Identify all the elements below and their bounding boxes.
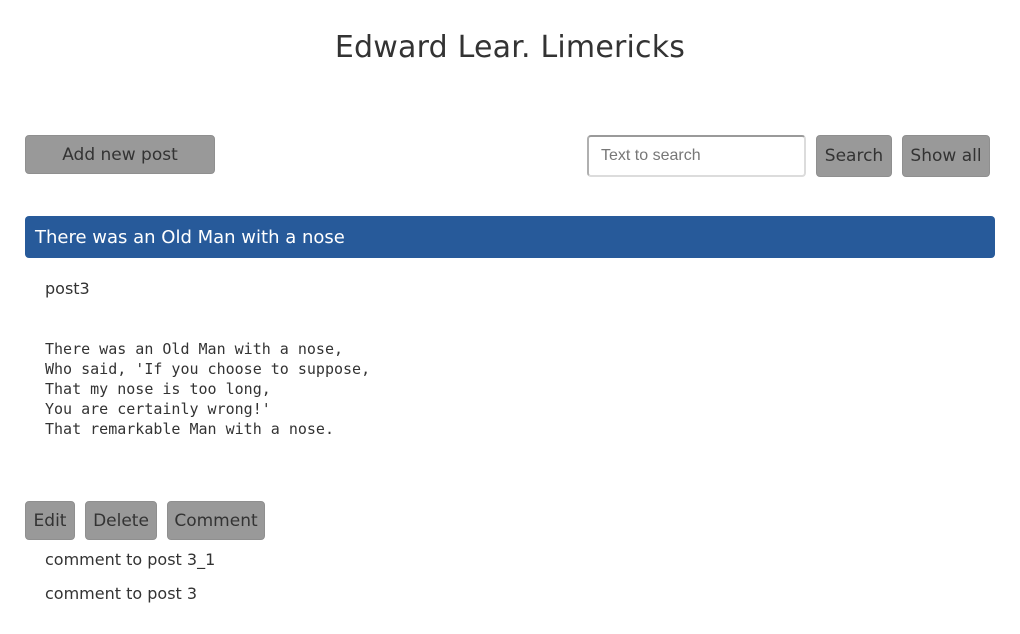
search-button[interactable]: Search (816, 135, 892, 177)
page: Edward Lear. Limericks Add new post Sear… (0, 0, 1020, 634)
post-body: There was an Old Man with a nose, Who sa… (45, 340, 371, 438)
delete-button[interactable]: Delete (85, 501, 157, 540)
comment-item: comment to post 3_1 (45, 550, 216, 569)
edit-button[interactable]: Edit (25, 501, 75, 540)
post-name: post3 (45, 279, 90, 298)
comment-item: comment to post 3 (45, 584, 198, 603)
page-title: Edward Lear. Limericks (334, 30, 686, 65)
search-input[interactable] (587, 135, 806, 177)
post-title: There was an Old Man with a nose (35, 226, 345, 248)
add-new-post-button[interactable]: Add new post (25, 135, 215, 174)
post-title-bar: There was an Old Man with a nose (25, 216, 995, 258)
comment-button[interactable]: Comment (167, 501, 265, 540)
show-all-button[interactable]: Show all (902, 135, 990, 177)
